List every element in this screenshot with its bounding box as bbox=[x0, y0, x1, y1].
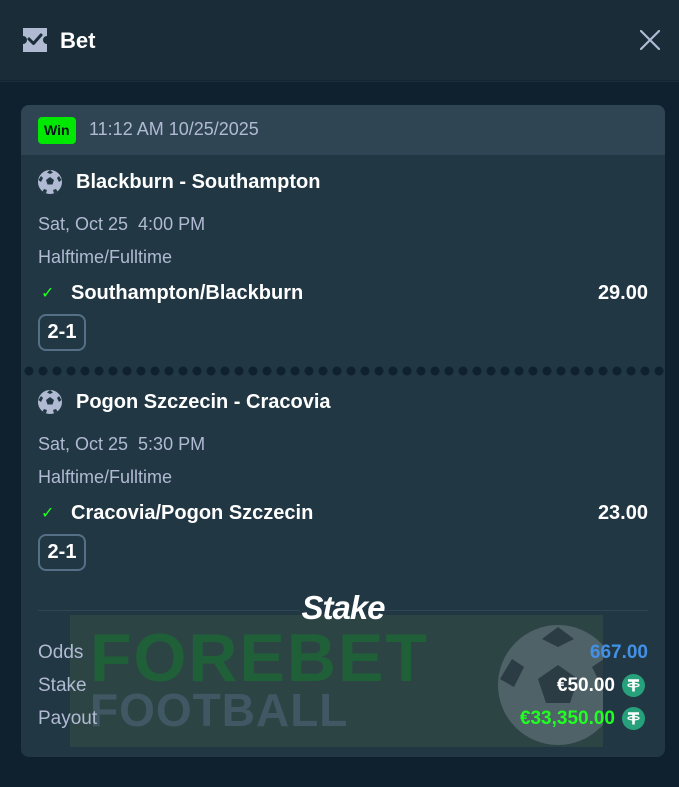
match-date: Sat, Oct 25 5:30 PM bbox=[38, 434, 206, 454]
leg-divider bbox=[24, 366, 664, 376]
bet-card: Win 11:12 AM 10/25/2025 Blackburn - Sout… bbox=[21, 105, 665, 757]
selection-name: Cracovia/Pogon Szczecin bbox=[71, 502, 314, 524]
soccer-ball-icon bbox=[38, 390, 62, 414]
selection-name: Southampton/Blackburn bbox=[71, 282, 304, 304]
summary-divider-right bbox=[383, 610, 648, 611]
stake-amount: €50.00 bbox=[556, 675, 615, 696]
watermark-line2: FOOTBALL bbox=[90, 684, 349, 736]
market-name: Halftime/Fulltime bbox=[38, 247, 173, 267]
selection-odds: 23.00 bbox=[597, 502, 648, 524]
match-title[interactable]: Blackburn - Southampton bbox=[76, 171, 320, 194]
svg-text:Stake: Stake bbox=[301, 589, 385, 626]
summary-divider-left bbox=[38, 610, 300, 611]
match-title[interactable]: Pogon Szczecin - Cracovia bbox=[76, 391, 331, 414]
bet-card-header: Win 11:12 AM 10/25/2025 bbox=[21, 105, 665, 155]
close-icon[interactable] bbox=[638, 28, 662, 52]
check-icon: ✓ bbox=[41, 505, 55, 522]
modal-title: Bet bbox=[60, 28, 96, 53]
check-icon: ✓ bbox=[41, 285, 55, 302]
match-date: Sat, Oct 25 4:00 PM bbox=[38, 214, 206, 234]
selection-odds: 29.00 bbox=[597, 282, 648, 304]
payout-amount: €33,350.00 bbox=[519, 708, 615, 729]
soccer-ball-icon bbox=[38, 170, 62, 194]
market-name: Halftime/Fulltime bbox=[38, 467, 173, 487]
tether-icon bbox=[622, 707, 645, 730]
ticket-icon bbox=[23, 28, 47, 52]
tether-icon bbox=[622, 674, 645, 697]
bet-timestamp: 11:12 AM 10/25/2025 bbox=[89, 119, 259, 139]
odds-label: Odds bbox=[38, 642, 84, 663]
stake-label: Stake bbox=[38, 675, 87, 696]
score-badge: 2-1 bbox=[38, 534, 86, 571]
status-badge: Win bbox=[38, 117, 76, 144]
total-odds: 667.00 bbox=[589, 642, 648, 663]
payout-label: Payout bbox=[38, 708, 98, 729]
stake-logo: Stake bbox=[301, 589, 386, 626]
modal-header: Bet bbox=[0, 0, 679, 81]
score-badge: 2-1 bbox=[38, 314, 86, 351]
